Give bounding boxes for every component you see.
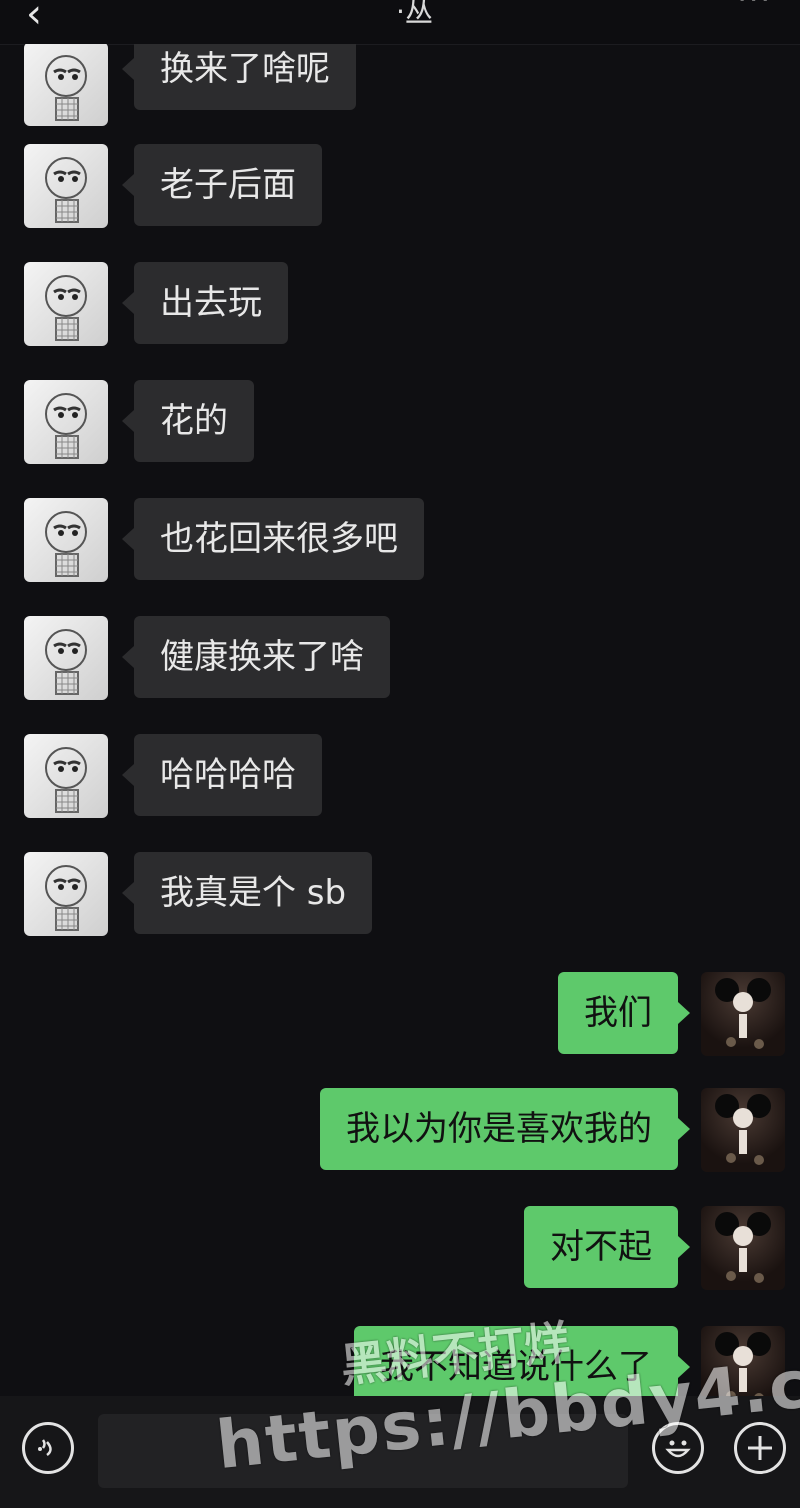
message-row: 健康换来了啥 [0,616,800,702]
message-row: 对不起 [0,1206,800,1292]
message-bubble-received[interactable]: 也花回来很多吧 [122,498,424,580]
message-list[interactable]: 换来了啥呢 老子后面 出去玩 花的 也花回来很多吧 健康换来了啥 哈哈哈哈 我真… [0,44,800,1396]
message-row: 花的 [0,380,800,466]
message-bubble-received[interactable]: 健康换来了啥 [122,616,390,698]
message-bubble-sent[interactable]: 我们 [558,972,690,1054]
message-row: 我们 [0,972,800,1058]
message-bubble-received[interactable]: 哈哈哈哈 [122,734,322,816]
message-row: 换来了啥呢 [0,44,800,130]
message-bubble-received[interactable]: 出去玩 [122,262,288,344]
message-bubble-received[interactable]: 老子后面 [122,144,322,226]
chevron-left-icon[interactable]: ‹ [26,0,42,34]
top-bar: ‹ ·丛 ··· [0,0,800,45]
chat-title: ·丛 [396,0,433,28]
voice-icon[interactable] [22,1422,74,1474]
message-row: 老子后面 [0,144,800,230]
message-row: 我真是个 sb [0,852,800,938]
user-avatar[interactable] [701,972,785,1056]
contact-avatar[interactable] [24,380,108,464]
contact-avatar[interactable] [24,616,108,700]
message-bubble-received[interactable]: 换来了啥呢 [122,44,356,110]
contact-avatar[interactable] [24,262,108,346]
contact-avatar[interactable] [24,852,108,936]
message-row: 我以为你是喜欢我的 [0,1088,800,1174]
message-bubble-sent[interactable]: 对不起 [524,1206,690,1288]
message-row: 出去玩 [0,262,800,348]
message-row: 哈哈哈哈 [0,734,800,820]
message-bubble-sent[interactable]: 我以为你是喜欢我的 [320,1088,690,1170]
message-bubble-received[interactable]: 我真是个 sb [121,852,373,934]
contact-avatar[interactable] [24,498,108,582]
message-row: 也花回来很多吧 [0,498,800,584]
user-avatar[interactable] [701,1088,785,1172]
contact-avatar[interactable] [24,734,108,818]
contact-avatar[interactable] [24,144,108,228]
message-bubble-received[interactable]: 花的 [122,380,254,462]
user-avatar[interactable] [701,1206,785,1290]
ellipsis-icon[interactable]: ··· [737,0,772,17]
plus-icon[interactable] [734,1422,786,1474]
contact-avatar[interactable] [24,44,108,126]
